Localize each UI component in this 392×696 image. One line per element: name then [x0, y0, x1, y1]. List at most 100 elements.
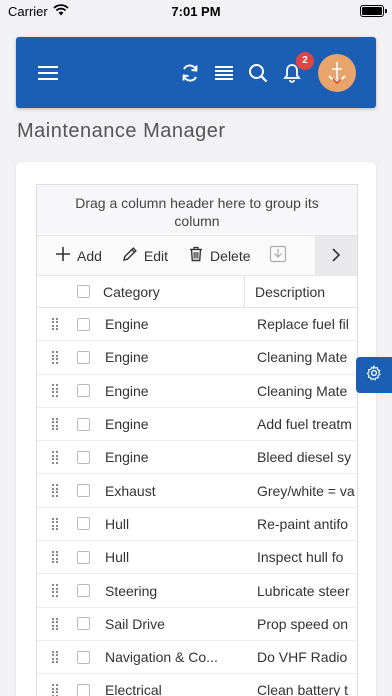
category-cell: Sail Drive [105, 615, 165, 632]
pencil-icon [122, 246, 138, 265]
table-row[interactable]: Engine Cleaning Mate [37, 341, 357, 375]
table-row[interactable]: Sail Drive Prop speed on [37, 608, 357, 641]
row-checkbox[interactable] [77, 584, 90, 598]
row-checkbox[interactable] [77, 350, 90, 364]
table-row[interactable]: Engine Replace fuel fil [37, 308, 357, 342]
plus-icon [55, 246, 71, 265]
battery-icon [360, 5, 387, 17]
trash-icon [188, 246, 204, 265]
carrier-label: Carrier [8, 3, 48, 19]
category-cell: Engine [105, 416, 149, 433]
toolbar-overflow-button[interactable] [315, 236, 357, 276]
description-cell: Re-paint antifo [257, 515, 349, 532]
row-select-cell [77, 608, 97, 640]
description-cell: Clean battery t [257, 682, 349, 696]
category-cell: Hull [105, 549, 130, 566]
description-cell: Add fuel treatm [257, 416, 352, 433]
row-select-cell [77, 341, 97, 373]
category-cell: Navigation & Co... [105, 649, 218, 666]
grid-toolbar: Add Edit Delete [37, 236, 357, 276]
row-checkbox[interactable] [77, 683, 90, 696]
table-row[interactable]: Engine Add fuel treatm [37, 408, 357, 442]
table-row[interactable]: Navigation & Co... Do VHF Radio [37, 641, 357, 675]
drag-handle-icon[interactable] [37, 308, 77, 340]
description-cell: Cleaning Mate [257, 382, 348, 399]
category-cell: Engine [105, 449, 149, 466]
row-select-cell [77, 641, 97, 673]
edit-button[interactable]: Edit [112, 236, 178, 275]
delete-button[interactable]: Delete [178, 236, 260, 275]
table-row[interactable]: Engine Bleed diesel sy [37, 441, 357, 475]
category-cell: Hull [105, 515, 130, 532]
drag-handle-icon[interactable] [37, 608, 77, 640]
drag-handle-icon[interactable] [37, 375, 77, 407]
drag-handle-icon[interactable] [37, 508, 77, 540]
wifi-icon [53, 3, 69, 19]
drag-handle-icon[interactable] [37, 408, 77, 440]
category-cell: Electrical [105, 682, 162, 696]
category-cell: Engine [105, 382, 149, 399]
table-row[interactable]: Hull Re-paint antifo [37, 508, 357, 542]
add-button[interactable]: Add [37, 236, 112, 275]
drag-column-header [37, 276, 77, 307]
bell-icon[interactable]: 2 [280, 51, 314, 85]
row-checkbox[interactable] [77, 517, 90, 531]
export-button[interactable] [261, 236, 295, 275]
menu-icon[interactable] [36, 61, 60, 85]
drag-handle-icon[interactable] [37, 674, 77, 696]
add-label: Add [77, 247, 102, 264]
status-bar: Carrier 7:01 PM [0, 0, 392, 22]
drag-handle-icon[interactable] [37, 441, 77, 473]
drag-handle-icon[interactable] [37, 474, 77, 506]
row-checkbox[interactable] [77, 550, 90, 564]
row-select-cell [77, 541, 97, 573]
table-row[interactable]: Electrical Clean battery t [37, 674, 357, 696]
row-select-cell [77, 308, 97, 340]
drag-handle-icon[interactable] [37, 641, 77, 673]
chevron-right-icon [331, 247, 341, 265]
row-checkbox[interactable] [77, 384, 90, 398]
row-checkbox[interactable] [77, 484, 90, 498]
refresh-icon[interactable] [178, 61, 202, 85]
select-all-checkbox[interactable] [77, 285, 90, 298]
category-cell: Exhaust [105, 482, 156, 499]
row-checkbox[interactable] [77, 617, 90, 631]
description-cell: Grey/white = va [257, 482, 355, 499]
delete-label: Delete [210, 247, 251, 264]
category-cell: Engine [105, 349, 149, 366]
group-panel[interactable]: Drag a column header here to group its c… [37, 185, 357, 236]
description-cell: Lubricate steer [257, 582, 350, 599]
edit-label: Edit [143, 247, 169, 264]
description-cell: Inspect hull fo [257, 549, 344, 566]
row-checkbox[interactable] [77, 317, 90, 331]
app-bar: 2 [16, 37, 376, 108]
search-icon[interactable] [246, 61, 270, 85]
row-select-cell [77, 674, 97, 696]
column-header-description[interactable]: Description [245, 276, 357, 307]
drag-handle-icon[interactable] [37, 574, 77, 606]
drag-handle-icon[interactable] [37, 341, 77, 373]
row-checkbox[interactable] [77, 650, 90, 664]
grid-header-row: Category Description [37, 276, 357, 308]
drag-handle-icon[interactable] [37, 541, 77, 573]
row-select-cell [77, 375, 97, 407]
list-icon[interactable] [212, 61, 236, 85]
table-row[interactable]: Exhaust Grey/white = va [37, 474, 357, 508]
row-select-cell [77, 508, 97, 540]
select-all-cell [77, 276, 97, 307]
category-cell: Steering [105, 582, 158, 599]
table-row[interactable]: Hull Inspect hull fo [37, 541, 357, 575]
avatar-boat-icon[interactable] [318, 53, 356, 92]
table-row[interactable]: Steering Lubricate steer [37, 574, 357, 608]
row-checkbox[interactable] [77, 417, 90, 431]
row-checkbox[interactable] [77, 450, 90, 464]
row-select-cell [77, 474, 97, 506]
row-select-cell [77, 408, 97, 440]
export-icon [269, 245, 287, 266]
column-header-category[interactable]: Category [97, 276, 245, 307]
description-cell: Bleed diesel sy [257, 449, 352, 466]
settings-panel-button[interactable] [356, 357, 392, 393]
description-cell: Cleaning Mate [257, 349, 348, 366]
description-cell: Prop speed on [257, 615, 349, 632]
table-row[interactable]: Engine Cleaning Mate [37, 375, 357, 408]
